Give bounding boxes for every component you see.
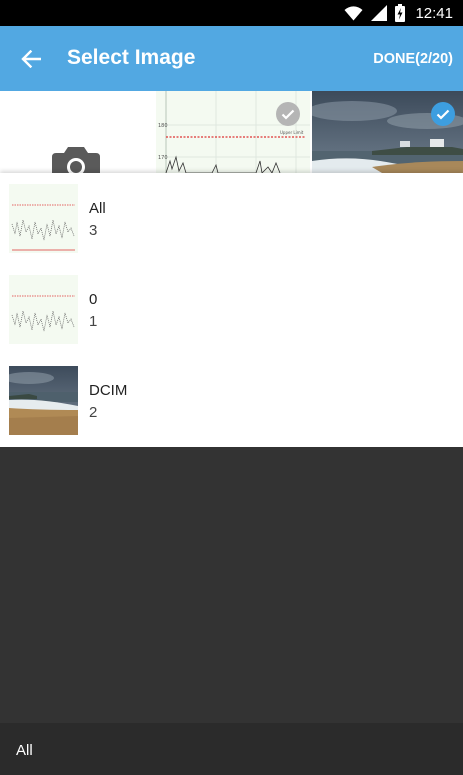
back-button[interactable]: [16, 44, 46, 74]
folder-count: 1: [89, 313, 98, 330]
camera-tile[interactable]: [0, 91, 153, 173]
app-bar: Select Image DONE(2/20): [0, 26, 463, 91]
folder-thumbnail: [9, 275, 78, 344]
folder-item-all[interactable]: All 3: [0, 173, 463, 264]
chart-thumbnail: [9, 275, 78, 344]
folder-item-dcim[interactable]: DCIM 2: [0, 355, 463, 446]
battery-charging-icon: [395, 4, 406, 22]
check-icon: [281, 109, 295, 120]
chart-thumbnail: [9, 184, 78, 253]
folder-count: 3: [89, 222, 98, 239]
selected-check[interactable]: [431, 102, 455, 126]
bottom-bar: All: [0, 723, 463, 775]
status-bar: 12:41: [0, 0, 463, 26]
selected-check[interactable]: [276, 102, 300, 126]
cell-signal-icon: [371, 5, 388, 21]
chart-axis-label: 170: [158, 155, 168, 161]
folder-name: All: [89, 200, 106, 217]
check-icon: [436, 109, 450, 120]
chart-image-tile[interactable]: 180 170 Upper Limit: [156, 91, 310, 173]
page-title: Select Image: [67, 46, 196, 69]
folder-thumbnail: [9, 184, 78, 253]
folder-name: DCIM: [89, 382, 128, 399]
wifi-icon: [344, 5, 363, 21]
camera-icon: [52, 143, 100, 173]
folder-thumbnail: [9, 366, 78, 435]
folder-name: 0: [89, 291, 98, 308]
image-grid: 180 170 Upper Limit: [0, 91, 463, 173]
folder-count: 2: [89, 404, 98, 421]
beach-image-tile[interactable]: [312, 91, 463, 173]
status-time: 12:41: [415, 4, 453, 22]
arrow-left-icon: [21, 50, 41, 68]
status-icons: 12:41: [344, 0, 463, 26]
beach-photo: [9, 366, 78, 435]
chart-axis-label: 180: [158, 123, 168, 129]
folder-item-0[interactable]: 0 1: [0, 264, 463, 355]
done-button[interactable]: DONE(2/20): [373, 51, 453, 67]
folder-selector-button[interactable]: All: [16, 742, 33, 759]
folder-list: All 3 0 1 DCIM 2: [0, 173, 463, 447]
chart-legend-text: Upper Limit: [280, 130, 304, 135]
